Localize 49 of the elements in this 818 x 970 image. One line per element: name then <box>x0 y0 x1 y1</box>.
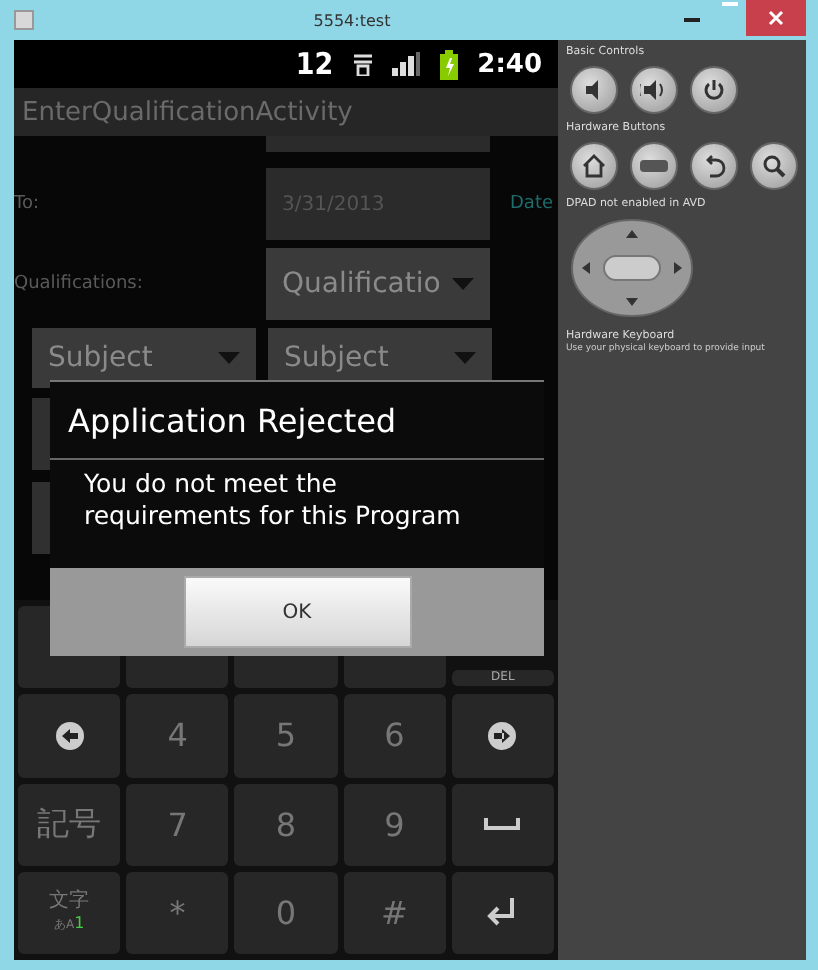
menu-icon <box>640 160 668 172</box>
keyboard-key[interactable]: # <box>343 871 446 954</box>
keyboard-key[interactable]: 4 <box>126 694 229 777</box>
keyboard-key[interactable] <box>18 694 121 777</box>
signal-icon <box>391 52 420 76</box>
qualifications-label: Qualifications: <box>14 274 145 294</box>
close-icon <box>768 10 784 26</box>
search-button[interactable] <box>750 142 798 190</box>
keyboard-key[interactable] <box>451 871 555 954</box>
speaker-loud-icon <box>640 78 668 102</box>
notification-count: 12 <box>295 46 334 82</box>
keyboard-key[interactable]: * <box>126 871 229 954</box>
app-icon <box>14 10 34 30</box>
dialog-title: Application Rejected <box>50 382 544 460</box>
window-title: 5554:test <box>311 11 393 29</box>
date-link[interactable]: Date <box>510 194 554 214</box>
home-button[interactable] <box>570 142 618 190</box>
back-button[interactable] <box>690 142 738 190</box>
text-field[interactable] <box>266 136 490 152</box>
caret-icon <box>454 352 476 364</box>
power-button[interactable] <box>690 66 738 114</box>
volume-up-button[interactable] <box>630 66 678 114</box>
keyboard-key[interactable] <box>451 783 555 866</box>
volume-down-button[interactable] <box>570 66 618 114</box>
space-icon <box>484 818 521 831</box>
keyboard-key[interactable]: 8 <box>234 783 338 866</box>
caret-icon <box>452 278 474 290</box>
keyboard-key[interactable]: 7 <box>126 783 229 866</box>
qualification-spinner[interactable]: Qualificatio <box>266 248 490 320</box>
home-icon <box>582 154 606 178</box>
keyboard-key[interactable]: 0 <box>234 871 338 954</box>
ok-button[interactable]: OK <box>183 576 411 648</box>
dialog-message: You do not meet the requirements for this Program <box>82 466 463 534</box>
app-title-bar: EnterQualificationActivity <box>14 88 558 136</box>
keyboard-key[interactable]: 6 <box>343 694 446 777</box>
battery-icon <box>439 49 458 79</box>
search-icon <box>762 154 786 178</box>
keyboard-key[interactable]: 9 <box>343 783 446 866</box>
close-button[interactable] <box>746 0 806 36</box>
to-label: To: <box>14 194 42 214</box>
clock-time: 2:40 <box>477 49 542 79</box>
menu-button[interactable] <box>630 142 678 190</box>
back-icon <box>702 154 726 178</box>
caret-icon <box>218 352 240 364</box>
keyboard-key[interactable]: 記号 <box>18 783 121 866</box>
power-icon <box>702 78 726 102</box>
keyboard-key[interactable] <box>451 694 555 777</box>
keyboard-key[interactable]: 5 <box>234 694 338 777</box>
dpad-drawing <box>570 218 694 318</box>
